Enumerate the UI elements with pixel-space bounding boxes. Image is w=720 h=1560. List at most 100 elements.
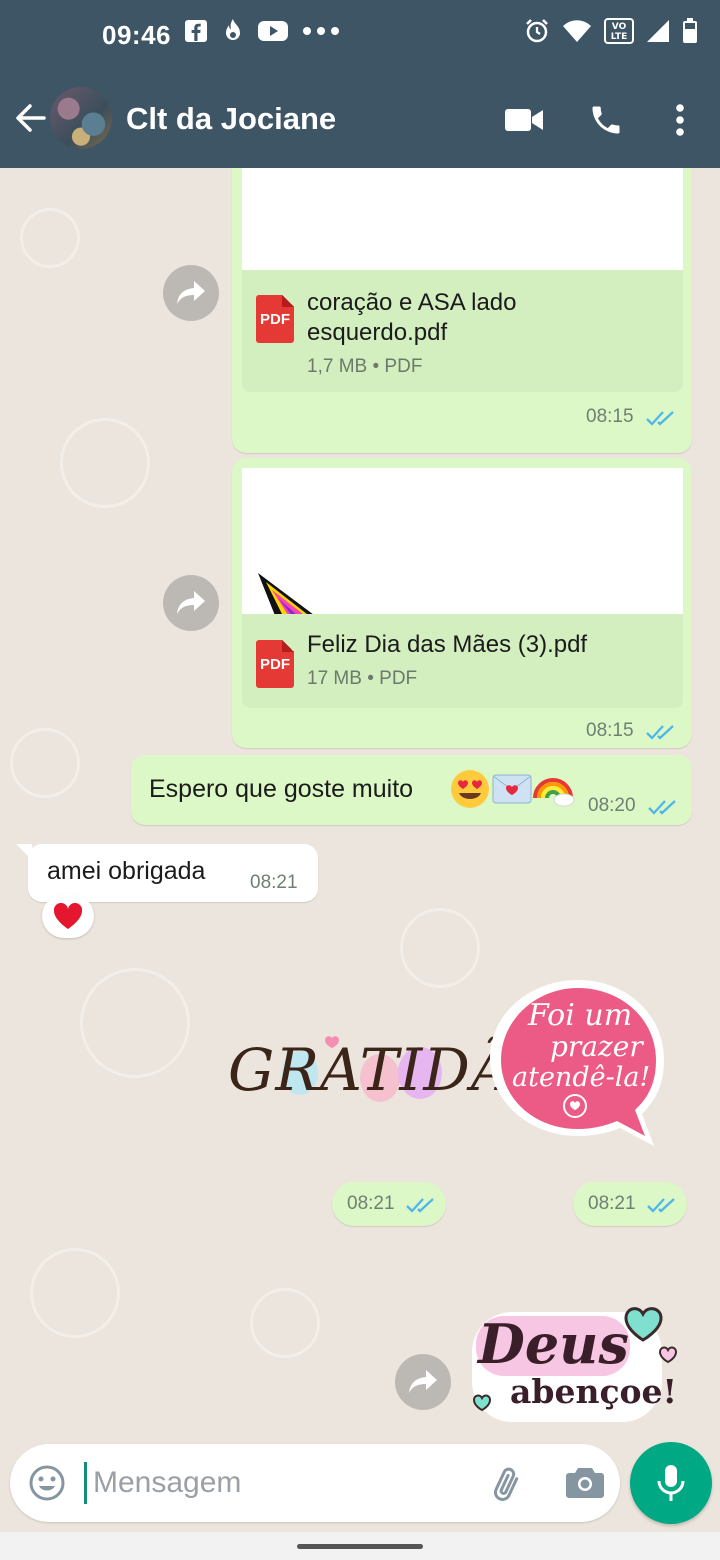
sticker-deus-abencoe[interactable]: Deus abençoe! (466, 1292, 692, 1432)
message-document[interactable]: PDF coração e ASA lado esquerdo.pdf 1,7 … (232, 168, 692, 453)
document-size: 17 MB (307, 668, 362, 689)
more-dots-icon (303, 27, 339, 35)
bubble-tail (16, 844, 32, 860)
document-row[interactable]: PDF Feliz Dia das Mães (3).pdf 17 MB • P… (242, 614, 683, 708)
signal-icon (647, 20, 669, 42)
forward-icon (177, 591, 205, 614)
read-ticks-icon (646, 411, 674, 426)
rainbow-emoji (533, 778, 575, 807)
camera-button[interactable] (566, 1465, 604, 1501)
background-doodle (10, 728, 80, 798)
background-doodle (250, 1288, 320, 1358)
message-text[interactable]: Espero que goste muito 08:20 (131, 755, 692, 825)
read-ticks-icon (648, 800, 676, 815)
message-document[interactable]: PDF Feliz Dia das Mães (3).pdf 17 MB • P… (232, 458, 692, 748)
meta-separator: • (372, 356, 385, 377)
voice-call-icon (592, 106, 620, 134)
youtube-icon (258, 21, 288, 41)
wifi-icon (563, 20, 591, 42)
sticker-time-pill: 08:21 (573, 1182, 687, 1226)
background-doodle (60, 418, 150, 508)
mic-icon (657, 1465, 685, 1501)
message-time: 08:15 (586, 406, 634, 427)
document-name-line2: esquerdo.pdf (307, 319, 448, 346)
svg-text:VO: VO (612, 22, 627, 32)
background-doodle (80, 968, 190, 1078)
pdf-file-icon: PDF (256, 295, 294, 343)
background-doodle (400, 908, 480, 988)
message-time: 08:21 (588, 1193, 636, 1214)
heart-eyes-emoji (451, 770, 489, 808)
voice-call-button[interactable] (586, 100, 626, 140)
forward-button[interactable] (163, 575, 219, 631)
forward-button[interactable] (163, 265, 219, 321)
message-text-content: amei obrigada (47, 857, 206, 885)
document-preview-graphic (258, 573, 313, 614)
attach-button[interactable] (488, 1464, 528, 1504)
emoji-button[interactable] (28, 1464, 66, 1502)
status-time: 09:46 (102, 20, 171, 50)
read-ticks-icon (646, 725, 674, 740)
document-preview[interactable] (242, 168, 683, 270)
pdf-file-icon: PDF (256, 640, 294, 688)
message-time: 08:20 (588, 795, 636, 816)
video-call-icon (505, 109, 543, 131)
home-indicator[interactable] (297, 1544, 423, 1549)
document-name-line1: coração e ASA lado (307, 289, 517, 316)
sticker-foi-um-prazer[interactable]: Foi um prazer atendê-la! (484, 974, 670, 1160)
forward-button[interactable] (395, 1354, 451, 1410)
document-type: PDF (384, 356, 423, 377)
chat-title[interactable]: Clt da Jociane (126, 101, 336, 137)
reaction-badge[interactable] (42, 894, 94, 938)
message-composer (10, 1444, 620, 1522)
back-button[interactable] (10, 98, 50, 138)
meta-separator: • (367, 668, 380, 689)
video-call-button[interactable] (503, 100, 545, 140)
document-type: PDF (379, 668, 418, 689)
attach-icon (494, 1467, 519, 1501)
message-time: 08:21 (250, 872, 298, 893)
document-row[interactable]: PDF coração e ASA lado esquerdo.pdf 1,7 … (242, 270, 683, 392)
message-text-content: Espero que goste muito (149, 775, 414, 803)
read-ticks-icon (647, 1198, 675, 1213)
forward-icon (409, 1370, 437, 1393)
sticker-line-2: abençoe! (510, 1372, 678, 1411)
sticker-line-3: atendê-la! (512, 1062, 651, 1093)
emoji-icon (29, 1465, 65, 1501)
back-arrow-icon (16, 104, 46, 132)
document-name: Feliz Dia das Mães (3).pdf (307, 631, 588, 658)
document-meta: 17 MB • PDF (307, 668, 417, 690)
camera-icon (566, 1468, 604, 1498)
sticker-gratidao[interactable]: GRATIDÃO (220, 1018, 561, 1128)
read-ticks-icon (406, 1198, 434, 1213)
status-bar: 09:46 VO LTE (0, 0, 720, 70)
more-vert-icon (676, 104, 684, 136)
fire-icon (226, 19, 240, 40)
document-meta: 1,7 MB • PDF (307, 356, 422, 378)
message-time: 08:21 (347, 1193, 395, 1214)
volte-icon: VOLTE (604, 18, 634, 44)
more-options-button[interactable] (660, 100, 700, 140)
facebook-icon (185, 20, 207, 42)
document-size: 1,7 MB (307, 356, 368, 377)
sticker-time-pill: 08:21 (332, 1182, 446, 1226)
chat-area[interactable]: PDF coração e ASA lado esquerdo.pdf 1,7 … (0, 168, 720, 1440)
system-nav-bar (0, 1532, 720, 1560)
mic-button[interactable] (630, 1442, 712, 1524)
sticker-line-2: prazer (550, 1030, 643, 1063)
chat-header: Clt da Jociane (0, 70, 720, 168)
svg-text:LTE: LTE (611, 32, 628, 42)
forward-icon (177, 281, 205, 304)
sticker-line-1: Deus (478, 1312, 629, 1376)
sticker-line-1: Foi um (528, 998, 633, 1033)
message-time: 08:15 (586, 720, 634, 741)
message-input[interactable] (84, 1462, 464, 1504)
status-icons-left (184, 18, 340, 44)
avatar[interactable] (50, 87, 112, 149)
status-icons-right: VO LTE (524, 18, 698, 44)
heart-emoji (53, 902, 83, 929)
background-doodle (30, 1248, 120, 1338)
document-preview[interactable] (242, 468, 683, 614)
background-doodle (20, 208, 80, 268)
alarm-icon (526, 19, 548, 43)
